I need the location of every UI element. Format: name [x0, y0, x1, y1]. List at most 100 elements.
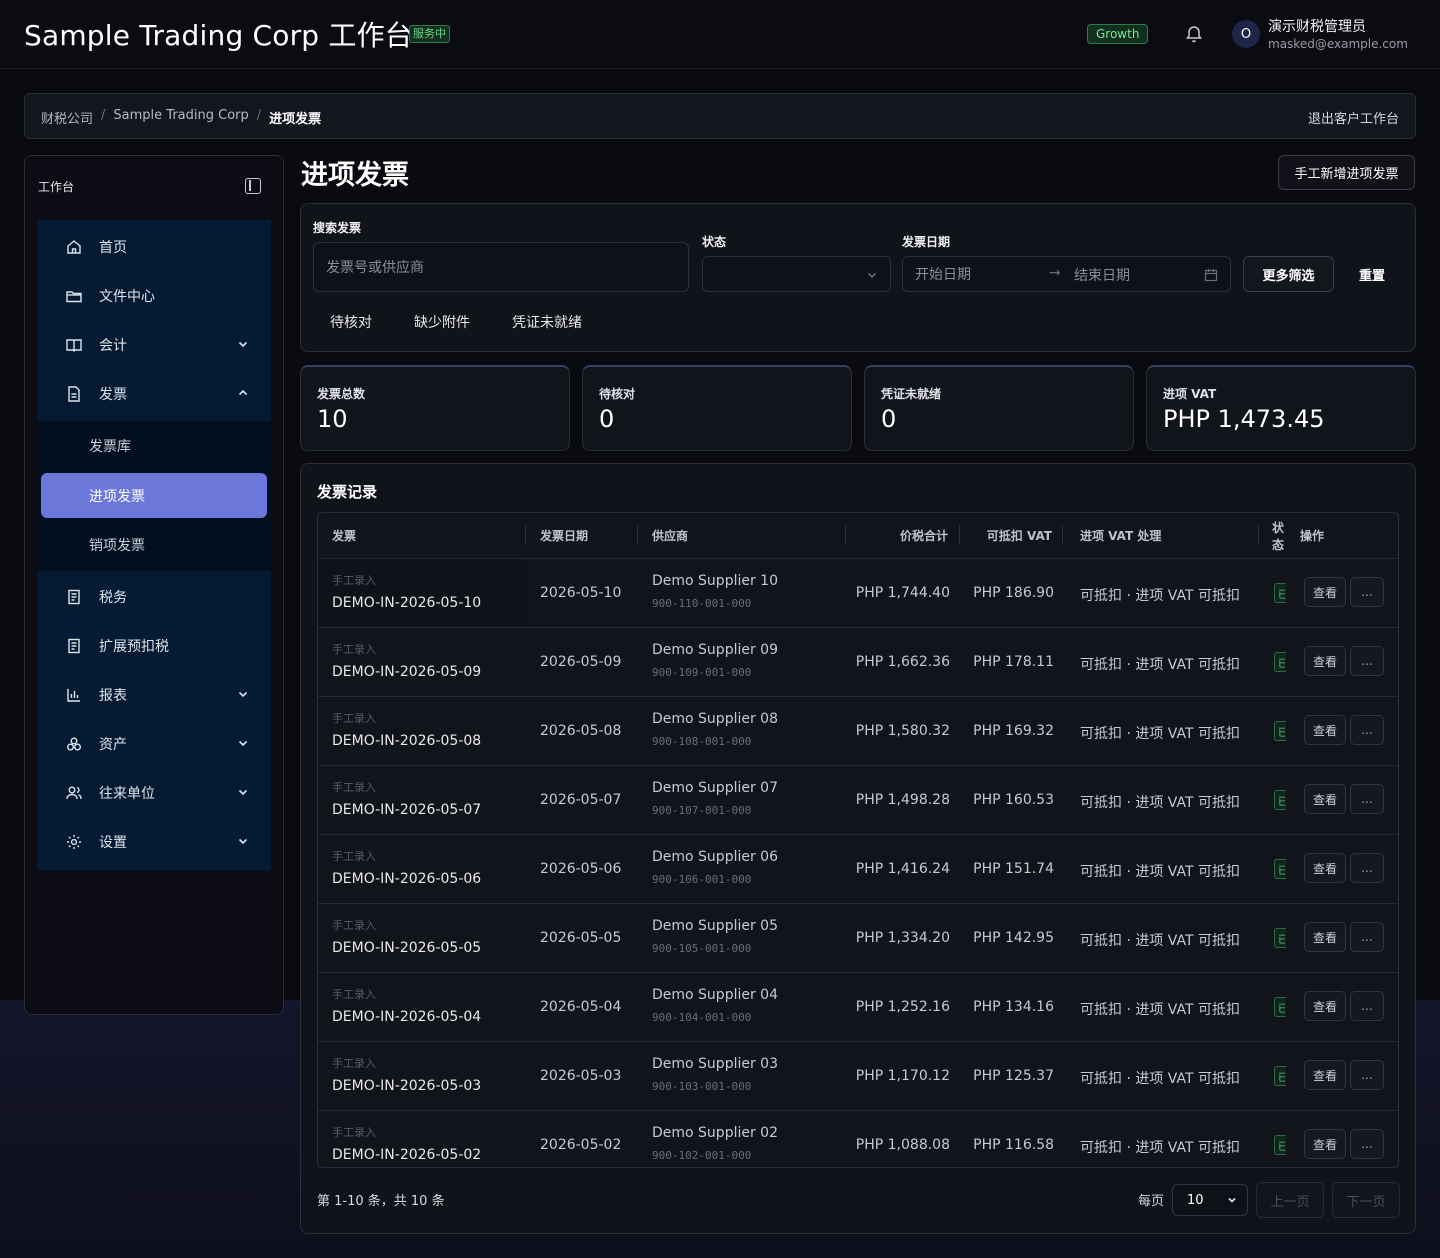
table-row[interactable]: 手工录入 DEMO-IN-2026-05-04 2026-05-04 Demo Sup…: [318, 972, 1398, 1041]
chevron-down-icon: [238, 838, 248, 845]
sidebar-item-label: 会计: [99, 337, 127, 354]
column-header-vat-treatment: 进项 VAT 处理: [1080, 529, 1162, 543]
more-actions-button[interactable]: ...: [1350, 922, 1384, 952]
breadcrumb-item-firm[interactable]: 财税公司: [41, 108, 93, 127]
sidebar-item-home[interactable]: 首页: [37, 222, 271, 271]
more-actions-button[interactable]: ...: [1350, 991, 1384, 1021]
sidebar-item-reports[interactable]: 报表: [37, 670, 271, 719]
view-button[interactable]: 查看: [1304, 715, 1346, 745]
book-icon: [65, 336, 83, 354]
next-page-button[interactable]: 下一页: [1332, 1182, 1400, 1218]
more-actions-button[interactable]: ...: [1350, 715, 1384, 745]
date-range-picker[interactable]: 开始日期 → 结束日期: [902, 256, 1231, 292]
sidebar-item-assets[interactable]: 资产: [37, 719, 271, 768]
sidebar-item-invoices[interactable]: 发票: [37, 369, 271, 418]
more-actions-button[interactable]: ...: [1350, 1060, 1384, 1090]
sidebar-item-label: 文件中心: [99, 288, 155, 305]
bell-icon[interactable]: [1184, 24, 1204, 44]
breadcrumb-item-current: 进项发票: [269, 112, 322, 127]
start-date-input[interactable]: 开始日期: [915, 264, 971, 284]
breadcrumb: 财税公司 / Sample Trading Corp / 进项发票: [41, 108, 321, 127]
table-row[interactable]: 手工录入 DEMO-IN-2026-05-09 2026-05-09 Demo Sup…: [318, 627, 1398, 696]
invoice-source: 手工录入: [332, 850, 376, 863]
per-page-select[interactable]: 10: [1172, 1184, 1248, 1216]
invoice-number[interactable]: DEMO-IN-2026-05-07: [332, 802, 481, 818]
table-row[interactable]: 手工录入 DEMO-IN-2026-05-06 2026-05-06 Demo Sup…: [318, 834, 1398, 903]
invoice-number[interactable]: DEMO-IN-2026-05-08: [332, 733, 481, 749]
user-name: 演示财税管理员: [1268, 19, 1366, 35]
document-icon: [65, 637, 83, 655]
more-actions-button[interactable]: ...: [1350, 784, 1384, 814]
search-input[interactable]: 发票号或供应商: [313, 242, 689, 292]
sidebar-item-settings[interactable]: 设置: [37, 817, 271, 866]
quick-filter-voucher-not-ready[interactable]: 凭证未就绪: [512, 312, 582, 332]
invoice-total: PHP 1,088.08: [855, 1137, 950, 1153]
table-row[interactable]: 手工录入 DEMO-IN-2026-05-05 2026-05-05 Demo Sup…: [318, 903, 1398, 972]
exit-workspace-link[interactable]: 退出客户工作台: [1308, 108, 1399, 127]
breadcrumb-separator: /: [101, 108, 106, 123]
sidebar-item-counterparties[interactable]: 往来单位: [37, 768, 271, 817]
end-date-input[interactable]: 结束日期: [1074, 265, 1130, 285]
status-select[interactable]: [702, 256, 891, 292]
add-input-invoice-button[interactable]: 手工新增进项发票: [1278, 155, 1415, 190]
invoice-date: 2026-05-08: [540, 723, 622, 739]
status-text: 已: [1275, 998, 1285, 1015]
prev-page-button[interactable]: 上一页: [1256, 1182, 1324, 1218]
invoice-number[interactable]: DEMO-IN-2026-05-06: [332, 871, 481, 887]
sidebar-item-tax[interactable]: 税务: [37, 572, 271, 621]
search-label: 搜索发票: [313, 221, 362, 235]
status-badge: 已: [1274, 997, 1286, 1017]
view-button[interactable]: 查看: [1304, 1129, 1346, 1159]
reset-button[interactable]: 重置: [1342, 256, 1402, 292]
view-button[interactable]: 查看: [1304, 922, 1346, 952]
view-button[interactable]: 查看: [1304, 646, 1346, 676]
invoice-number[interactable]: DEMO-IN-2026-05-10: [332, 595, 481, 611]
quick-filter-missing-attachment[interactable]: 缺少附件: [414, 312, 470, 332]
more-actions-button[interactable]: ...: [1350, 577, 1384, 607]
supplier-name: Demo Supplier 10: [652, 573, 778, 589]
more-actions-button[interactable]: ...: [1350, 1129, 1384, 1159]
supplier-name: Demo Supplier 08: [652, 711, 778, 727]
collapse-sidebar-icon[interactable]: [245, 178, 261, 194]
view-button[interactable]: 查看: [1304, 1060, 1346, 1090]
table-row[interactable]: 手工录入 DEMO-IN-2026-05-02 2026-05-02 Demo Sup…: [318, 1110, 1398, 1167]
sidebar-menu: 首页 文件中心 会计 发票 发票库 进项发票 销项发票 税务 扩展预扣税 报表 …: [37, 220, 271, 870]
submenu-item-output-invoices[interactable]: 销项发票: [41, 522, 267, 567]
status-badge: 已: [1274, 1135, 1286, 1155]
view-button[interactable]: 查看: [1304, 577, 1346, 607]
gear-icon: [65, 833, 83, 851]
table-row[interactable]: 手工录入 DEMO-IN-2026-05-08 2026-05-08 Demo Sup…: [318, 696, 1398, 765]
table-row[interactable]: 手工录入 DEMO-IN-2026-05-07 2026-05-07 Demo Sup…: [318, 765, 1398, 834]
more-actions-button[interactable]: ...: [1350, 646, 1384, 676]
chevron-down-icon: [238, 789, 248, 796]
sidebar-item-files[interactable]: 文件中心: [37, 271, 271, 320]
invoice-number[interactable]: DEMO-IN-2026-05-09: [332, 664, 481, 680]
table-row[interactable]: 手工录入 DEMO-IN-2026-05-10 2026-05-10 Demo Sup…: [318, 558, 1398, 627]
more-actions-button[interactable]: ...: [1350, 853, 1384, 883]
deductible-vat: PHP 116.58: [973, 1137, 1054, 1153]
invoice-number[interactable]: DEMO-IN-2026-05-03: [332, 1078, 481, 1094]
invoice-total: PHP 1,252.16: [855, 999, 950, 1015]
invoice-number[interactable]: DEMO-IN-2026-05-05: [332, 940, 481, 956]
invoice-table: 发票 发票日期 供应商 价税合计 可抵扣 VAT 进项 VAT 处理 状态 操作 手工录入 DE…: [317, 512, 1399, 1168]
status-text: 已: [1275, 929, 1285, 946]
more-filters-button[interactable]: 更多筛选: [1243, 256, 1334, 292]
view-button[interactable]: 查看: [1304, 991, 1346, 1021]
view-button[interactable]: 查看: [1304, 853, 1346, 883]
invoice-number[interactable]: DEMO-IN-2026-05-02: [332, 1147, 481, 1163]
submenu-item-input-invoices[interactable]: 进项发票: [41, 473, 267, 518]
breadcrumb-item-client[interactable]: Sample Trading Corp: [113, 108, 248, 127]
invoice-date: 2026-05-05: [540, 930, 622, 946]
invoice-date: 2026-05-06: [540, 861, 622, 877]
avatar[interactable]: O: [1232, 20, 1260, 48]
sidebar-item-ewt[interactable]: 扩展预扣税: [37, 621, 271, 670]
view-button[interactable]: 查看: [1304, 784, 1346, 814]
quick-filter-pending[interactable]: 待核对: [330, 312, 372, 332]
column-header-vat: 可抵扣 VAT: [986, 529, 1052, 543]
invoice-number[interactable]: DEMO-IN-2026-05-04: [332, 1009, 481, 1025]
submenu-item-invoice-library[interactable]: 发票库: [41, 423, 267, 468]
sidebar-item-accounting[interactable]: 会计: [37, 320, 271, 369]
invoice-source: 手工录入: [332, 988, 376, 1001]
supplier-tin: 900-103-001-000: [652, 1080, 752, 1093]
table-row[interactable]: 手工录入 DEMO-IN-2026-05-03 2026-05-03 Demo Sup…: [318, 1041, 1398, 1110]
